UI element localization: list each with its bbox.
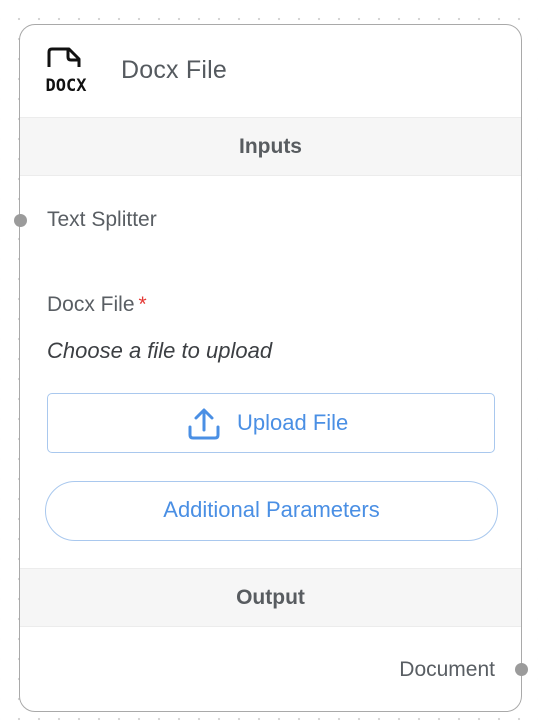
upload-icon [188, 408, 220, 440]
document-anchor-label: Document [399, 658, 495, 681]
text-splitter-anchor-label: Text Splitter [47, 208, 157, 231]
svg-text:DOCX: DOCX [46, 76, 88, 96]
docx-file-icon: DOCX [46, 47, 88, 96]
output-section-header: Output [20, 568, 521, 627]
node-header: DOCX Docx File [20, 25, 521, 117]
upload-file-label: Upload File [237, 410, 349, 435]
docx-file-field-label: Docx File * [47, 293, 147, 317]
text-splitter-input-handle[interactable] [14, 214, 27, 227]
required-mark: * [138, 293, 147, 316]
file-upload-hint: Choose a file to upload [47, 338, 273, 363]
upload-file-button[interactable]: Upload File [47, 393, 495, 453]
docx-file-node[interactable]: DOCX Docx File Inputs Text Splitter Docx… [14, 24, 528, 712]
document-output-handle[interactable] [515, 663, 528, 676]
docx-file-label-text: Docx File [47, 293, 135, 316]
node-title: Docx File [121, 56, 227, 84]
inputs-section-header: Inputs [20, 117, 521, 176]
additional-parameters-button[interactable]: Additional Parameters [45, 481, 498, 541]
